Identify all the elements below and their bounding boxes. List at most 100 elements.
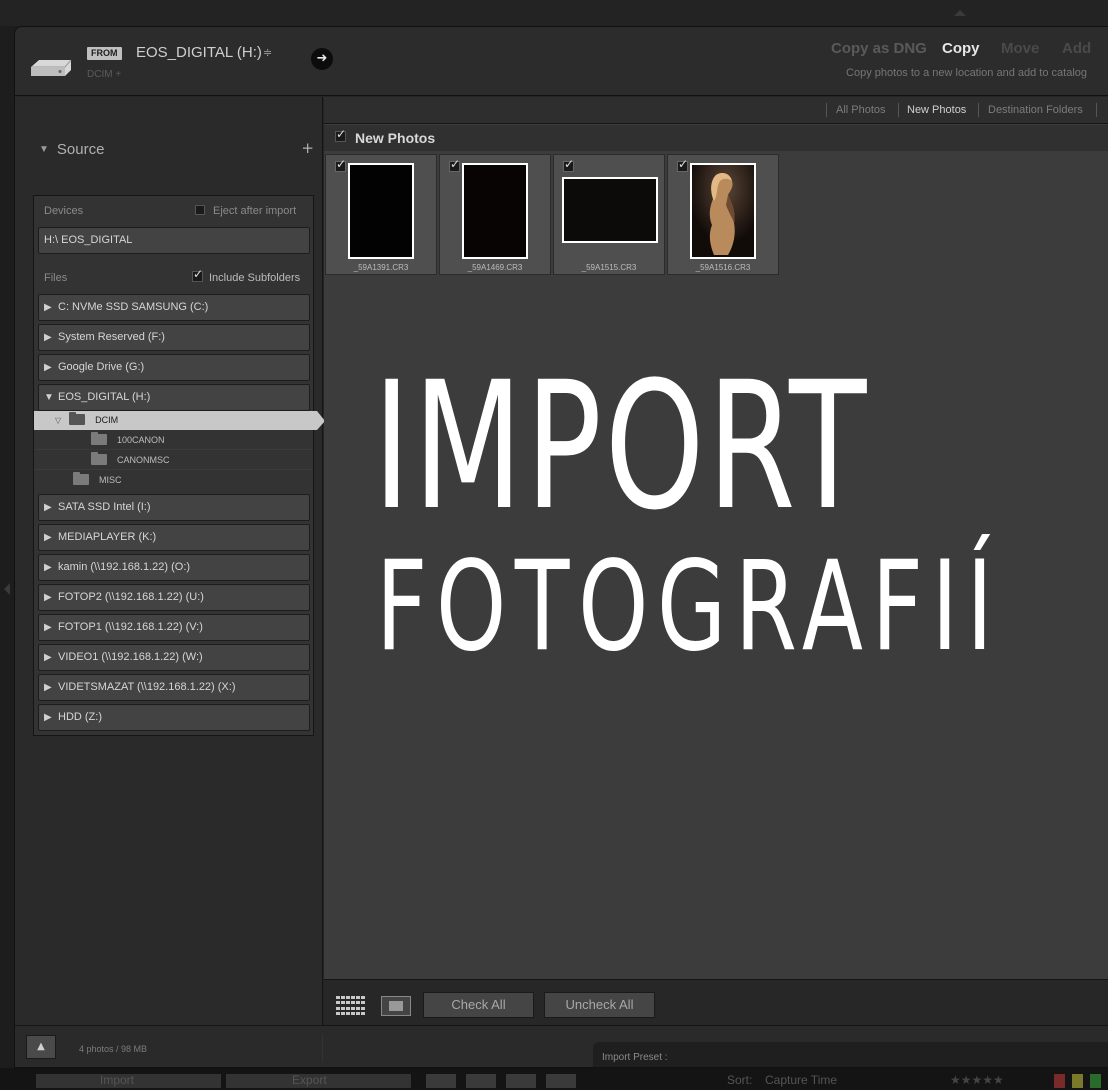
drive-row[interactable]: ▶ VIDETSMAZAT (\\192.168.1.22) (X:) — [38, 674, 310, 701]
triangle-right-icon: ▶ — [44, 362, 52, 373]
check-all-button[interactable]: Check All — [423, 992, 534, 1018]
drive-row[interactable]: ▶ kamin (\\192.168.1.22) (O:) — [38, 554, 310, 581]
red-label-icon — [1054, 1074, 1065, 1088]
photo-checkbox[interactable] — [449, 157, 460, 172]
triangle-right-icon: ▶ — [44, 592, 52, 603]
yellow-label-icon — [1072, 1074, 1083, 1088]
triangle-right-icon: ▶ — [44, 622, 52, 633]
survey-icon-bg — [546, 1074, 576, 1088]
photo-thumbnail[interactable] — [462, 163, 528, 259]
tab-all-photos[interactable]: All Photos — [836, 104, 886, 116]
drive-row[interactable]: ▶ VIDEO1 (\\192.168.1.22) (W:) — [38, 644, 310, 671]
triangle-right-icon: ▶ — [44, 302, 52, 313]
drive-row[interactable]: ▶ FOTOP1 (\\192.168.1.22) (V:) — [38, 614, 310, 641]
new-photos-header: New Photos — [324, 125, 1108, 151]
mode-copy-as-dng[interactable]: Copy as DNG — [831, 40, 927, 57]
drive-row[interactable]: ▶ System Reserved (F:) — [38, 324, 310, 351]
photo-filename: _59A1391.CR3 — [353, 263, 409, 272]
triangle-right-icon: ▶ — [44, 562, 52, 573]
tab-divider — [898, 103, 899, 117]
drive-row[interactable]: ▶ FOTOP2 (\\192.168.1.22) (U:) — [38, 584, 310, 611]
folder-label: 100CANON — [117, 435, 165, 445]
photo-cell[interactable]: _59A1516.CR3 — [667, 154, 779, 275]
triangle-down-icon: ▼ — [39, 144, 49, 155]
mode-copy[interactable]: Copy — [942, 40, 980, 57]
source-path: DCIM + — [87, 69, 122, 80]
drive-row[interactable]: ▶ Google Drive (G:) — [38, 354, 310, 381]
sort-label-bg: Sort: — [727, 1073, 753, 1087]
add-source-icon[interactable]: + — [301, 139, 314, 157]
include-subfolders-checkbox[interactable]: Include Subfolders — [192, 267, 301, 284]
include-subfolders-label: Include Subfolders — [209, 272, 301, 284]
loupe-view-icon[interactable] — [381, 996, 411, 1016]
folder-row[interactable]: CANONMSC — [34, 451, 313, 470]
triangle-down-icon: ▽ — [55, 416, 62, 425]
drive-row[interactable]: ▶ MEDIAPLAYER (K:) — [38, 524, 310, 551]
export-label-bg: Export — [292, 1073, 327, 1087]
drive-label: System Reserved (F:) — [58, 331, 165, 343]
drive-label: FOTOP1 (\\192.168.1.22) (V:) — [58, 621, 203, 633]
photo-thumbnail[interactable] — [562, 177, 658, 243]
left-panel-toggle-icon[interactable] — [4, 583, 10, 595]
photo-checkbox[interactable] — [677, 157, 688, 172]
tab-new-photos[interactable]: New Photos — [907, 104, 966, 116]
collapse-top-icon[interactable] — [954, 10, 966, 16]
uncheck-all-button[interactable]: Uncheck All — [544, 992, 655, 1018]
devices-label: Devices — [44, 205, 84, 217]
folder-icon — [91, 452, 107, 465]
drive-row-expanded[interactable]: ▼ EOS_DIGITAL (H:) — [38, 384, 310, 411]
loupe-icon-bg — [466, 1074, 496, 1088]
photo-count: 4 photos / 98 MB — [79, 1044, 148, 1054]
folder-icon — [91, 432, 107, 445]
source-panel-header[interactable]: ▼ Source — [39, 141, 104, 158]
sort-value-bg: Capture Time — [765, 1073, 838, 1087]
background-window-edge: Import Export Sort: Capture Time ★★★★★ — [0, 1068, 1108, 1090]
drive-label: VIDEO1 (\\192.168.1.22) (W:) — [58, 651, 203, 663]
new-photos-checkbox[interactable] — [335, 127, 346, 142]
folder-row[interactable]: MISC — [34, 471, 313, 490]
photo-cell[interactable]: _59A1469.CR3 — [439, 154, 551, 275]
photo-cell[interactable]: _59A1391.CR3 — [325, 154, 437, 275]
drive-label: VIDETSMAZAT (\\192.168.1.22) (X:) — [58, 681, 236, 693]
drive-label: HDD (Z:) — [58, 711, 102, 723]
source-tree: Devices Eject after import H:\ EOS_DIGIT… — [33, 195, 325, 736]
source-dropdown-icon[interactable]: ≑ — [263, 46, 272, 59]
grid-toolbar: Check All Uncheck All — [324, 979, 1108, 1025]
eject-label: Eject after import — [213, 205, 297, 217]
import-preset-bar[interactable]: Import Preset : — [593, 1042, 1108, 1067]
mode-description: Copy photos to a new location and add to… — [846, 67, 1087, 79]
source-selector[interactable]: EOS_DIGITAL (H:) — [136, 44, 262, 61]
photo-thumbnail[interactable] — [690, 163, 756, 259]
drive-row[interactable]: ▶ C: NVMe SSD SAMSUNG (C:) — [38, 294, 310, 321]
collapse-panel-button[interactable]: ▲ — [26, 1035, 56, 1059]
triangle-down-icon: ▼ — [44, 392, 54, 403]
eject-after-import-checkbox[interactable]: Eject after import — [195, 205, 296, 217]
mode-add[interactable]: Add — [1062, 40, 1091, 57]
photo-thumbnail[interactable] — [348, 163, 414, 259]
folder-row[interactable]: 100CANON — [34, 431, 313, 450]
photo-filename: _59A1469.CR3 — [467, 263, 523, 272]
mode-move[interactable]: Move — [1001, 40, 1039, 57]
view-tabs: All Photos New Photos Destination Folder… — [324, 97, 1108, 124]
photo-filename: _59A1516.CR3 — [695, 263, 751, 272]
photo-checkbox[interactable] — [335, 157, 346, 172]
photo-cell[interactable]: _59A1515.CR3 — [553, 154, 665, 275]
overlay-subtitle: FOTOGRAFIÍ — [376, 535, 1002, 679]
drive-row[interactable]: ▶ SATA SSD Intel (I:) — [38, 494, 310, 521]
from-badge: FROM — [87, 47, 122, 60]
tab-destination-folders[interactable]: Destination Folders — [988, 104, 1083, 116]
folder-icon — [69, 412, 86, 425]
grid-icon-bg — [426, 1074, 456, 1088]
triangle-right-icon: ▶ — [44, 712, 52, 723]
import-label-bg: Import — [100, 1073, 135, 1087]
folder-row-selected[interactable]: ▽ DCIM — [34, 411, 325, 430]
rating-stars-icon: ★★★★★ — [950, 1073, 1004, 1087]
triangle-right-icon: ▶ — [44, 502, 52, 513]
grid-view-icon[interactable] — [336, 996, 366, 1016]
device-button[interactable]: H:\ EOS_DIGITAL — [38, 227, 310, 254]
drive-row[interactable]: ▶ HDD (Z:) — [38, 704, 310, 731]
triangle-right-icon: ▶ — [44, 332, 52, 343]
photo-checkbox[interactable] — [563, 157, 574, 172]
arrow-right-icon[interactable]: ➜ — [311, 48, 333, 70]
overlay-title: IMPORT — [373, 344, 870, 549]
